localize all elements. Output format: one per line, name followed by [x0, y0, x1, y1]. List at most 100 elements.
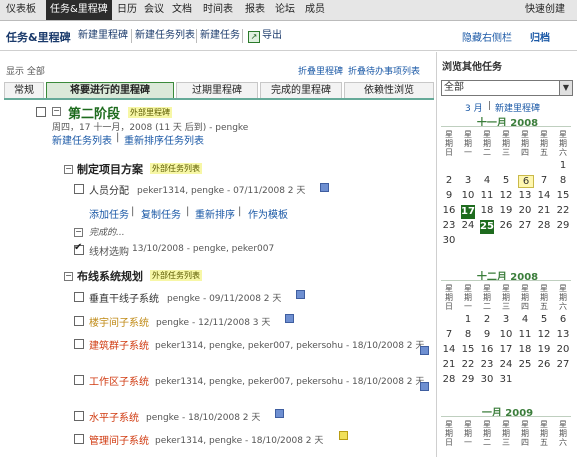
task-checkbox[interactable]	[74, 339, 84, 349]
calendar-day[interactable]: 19	[499, 205, 513, 217]
calendar-day[interactable]: 16	[480, 344, 494, 356]
task-checkbox[interactable]	[74, 316, 84, 326]
calendar-day[interactable]: 11	[518, 329, 532, 341]
calendar-day[interactable]: 26	[499, 220, 513, 232]
calendar-day[interactable]: 28	[442, 374, 456, 386]
calendar-day[interactable]: 8	[556, 175, 570, 187]
calendar-day[interactable]: 1	[556, 160, 570, 172]
filter-select[interactable]: 全部 ▼	[441, 80, 573, 96]
calendar-day[interactable]: 21	[537, 205, 551, 217]
add-task-link[interactable]: 添加任务	[89, 206, 129, 221]
calendar-day[interactable]: 6	[556, 314, 570, 326]
calendar-day[interactable]: 17	[499, 344, 513, 356]
tab-upcoming-milestones[interactable]: 将要进行的里程碑	[46, 82, 174, 98]
calendar-day[interactable]: 8	[461, 329, 475, 341]
calendar-day[interactable]: 24	[461, 220, 475, 232]
new-task-button[interactable]: 新建任务	[200, 29, 240, 43]
nav-meetings[interactable]: 会议	[144, 0, 164, 20]
note-icon[interactable]	[285, 314, 294, 323]
calendar-day[interactable]: 30	[480, 374, 494, 386]
note-icon[interactable]	[275, 409, 284, 418]
new-task-list-link[interactable]: 新建任务列表	[52, 132, 112, 147]
calendar-day[interactable]: 18	[518, 344, 532, 356]
calendar-day[interactable]: 29	[556, 220, 570, 232]
calendar-day[interactable]: 20	[518, 205, 532, 217]
new-task-list-button[interactable]: 新建任务列表	[135, 29, 195, 43]
tab-completed-milestones[interactable]: 完成的里程碑	[260, 82, 342, 98]
list-collapse-toggle[interactable]: −	[64, 165, 73, 174]
calendar-day[interactable]: 26	[537, 359, 551, 371]
calendar-day[interactable]: 15	[556, 190, 570, 202]
calendar-day[interactable]: 5	[537, 314, 551, 326]
calendar-day[interactable]: 27	[518, 220, 532, 232]
calendar-day[interactable]: 15	[461, 344, 475, 356]
nav-timesheet[interactable]: 时间表	[203, 0, 233, 20]
task-list-title[interactable]: 布线系统规划	[77, 268, 143, 284]
task-checkbox[interactable]	[74, 375, 84, 385]
list-collapse-toggle[interactable]: −	[64, 272, 73, 281]
note-icon[interactable]	[320, 183, 329, 192]
task-checkbox[interactable]	[74, 411, 84, 421]
calendar-day[interactable]: 18	[480, 205, 494, 217]
calendar-day[interactable]: 6	[518, 175, 534, 188]
task-checkbox[interactable]	[74, 292, 84, 302]
calendar-day[interactable]: 9	[480, 329, 494, 341]
calendar-day[interactable]: 17	[461, 205, 475, 219]
task-name[interactable]: 水平子系统	[89, 409, 139, 424]
calendar-day[interactable]: 16	[442, 205, 456, 217]
calendar-day[interactable]: 7	[537, 175, 551, 187]
calendar-day[interactable]: 10	[499, 329, 513, 341]
as-template-link[interactable]: 作为模板	[248, 206, 288, 221]
note-icon[interactable]	[420, 346, 429, 355]
calendar-day[interactable]: 4	[480, 175, 494, 187]
nav-documents[interactable]: 文档	[172, 0, 192, 20]
calendar-day[interactable]: 27	[556, 359, 570, 371]
collapse-milestones-link[interactable]: 折叠里程碑	[298, 64, 343, 77]
calendar-day[interactable]: 4	[518, 314, 532, 326]
calendar-day[interactable]: 14	[442, 344, 456, 356]
task-name[interactable]: 人员分配	[89, 182, 129, 197]
calendar-day[interactable]: 30	[442, 235, 456, 247]
calendar-day[interactable]: 14	[537, 190, 551, 202]
calendar-day[interactable]: 31	[499, 374, 513, 386]
tab-dependency-view[interactable]: 依赖性浏览	[344, 82, 434, 98]
new-milestone-button[interactable]: 新建里程碑	[78, 29, 128, 43]
calendar-day[interactable]: 23	[480, 359, 494, 371]
calendar-day[interactable]: 11	[480, 190, 494, 202]
hide-sidebar-link[interactable]: 隐藏右侧栏	[462, 29, 512, 44]
nav-reports[interactable]: 报表	[245, 0, 265, 20]
calendar-day[interactable]: 13	[556, 329, 570, 341]
calendar-day[interactable]: 20	[556, 344, 570, 356]
calendar-day[interactable]: 3	[499, 314, 513, 326]
nav-members[interactable]: 成员	[305, 0, 325, 20]
export-button[interactable]: ↗ 导出	[248, 29, 282, 43]
calendar-day[interactable]: 10	[461, 190, 475, 202]
completed-task-name[interactable]: 线材选购	[89, 243, 129, 258]
reorder-link[interactable]: 重新排序	[195, 206, 235, 221]
reorder-task-lists-link[interactable]: 重新排序任务列表	[124, 132, 204, 147]
tab-general[interactable]: 常规	[4, 82, 44, 98]
calendar-day[interactable]: 2	[442, 175, 456, 187]
nav-dashboard[interactable]: 仪表板	[6, 0, 36, 20]
calendar-day[interactable]: 19	[537, 344, 551, 356]
collapse-toggle[interactable]: −	[52, 107, 61, 116]
nav-calendar[interactable]: 日历	[117, 0, 137, 20]
task-name[interactable]: 工作区子系统	[89, 373, 149, 388]
task-name[interactable]: 楼宇间子系统	[89, 314, 149, 329]
archive-link[interactable]: 归档	[530, 29, 550, 44]
calendar-day[interactable]: 25	[518, 359, 532, 371]
task-name[interactable]: 管理间子系统	[89, 432, 149, 447]
calendar-day[interactable]: 22	[556, 205, 570, 217]
calendar-day[interactable]: 24	[499, 359, 513, 371]
nav-tasks-milestones[interactable]: 任务&里程碑	[46, 0, 112, 20]
copy-task-link[interactable]: 复制任务	[141, 206, 181, 221]
nav-forum[interactable]: 论坛	[275, 0, 295, 20]
collapse-todo-lists-link[interactable]: 折叠待办事项列表	[348, 64, 420, 77]
quick-create-button[interactable]: 快速创建	[525, 0, 565, 20]
calendar-day[interactable]: 28	[537, 220, 551, 232]
calendar-day[interactable]: 13	[518, 190, 532, 202]
task-name[interactable]: 建筑群子系统	[89, 337, 149, 352]
calendar-day[interactable]: 9	[442, 190, 456, 202]
month-link[interactable]: 3 月	[465, 101, 483, 114]
calendar-day[interactable]: 1	[461, 314, 475, 326]
